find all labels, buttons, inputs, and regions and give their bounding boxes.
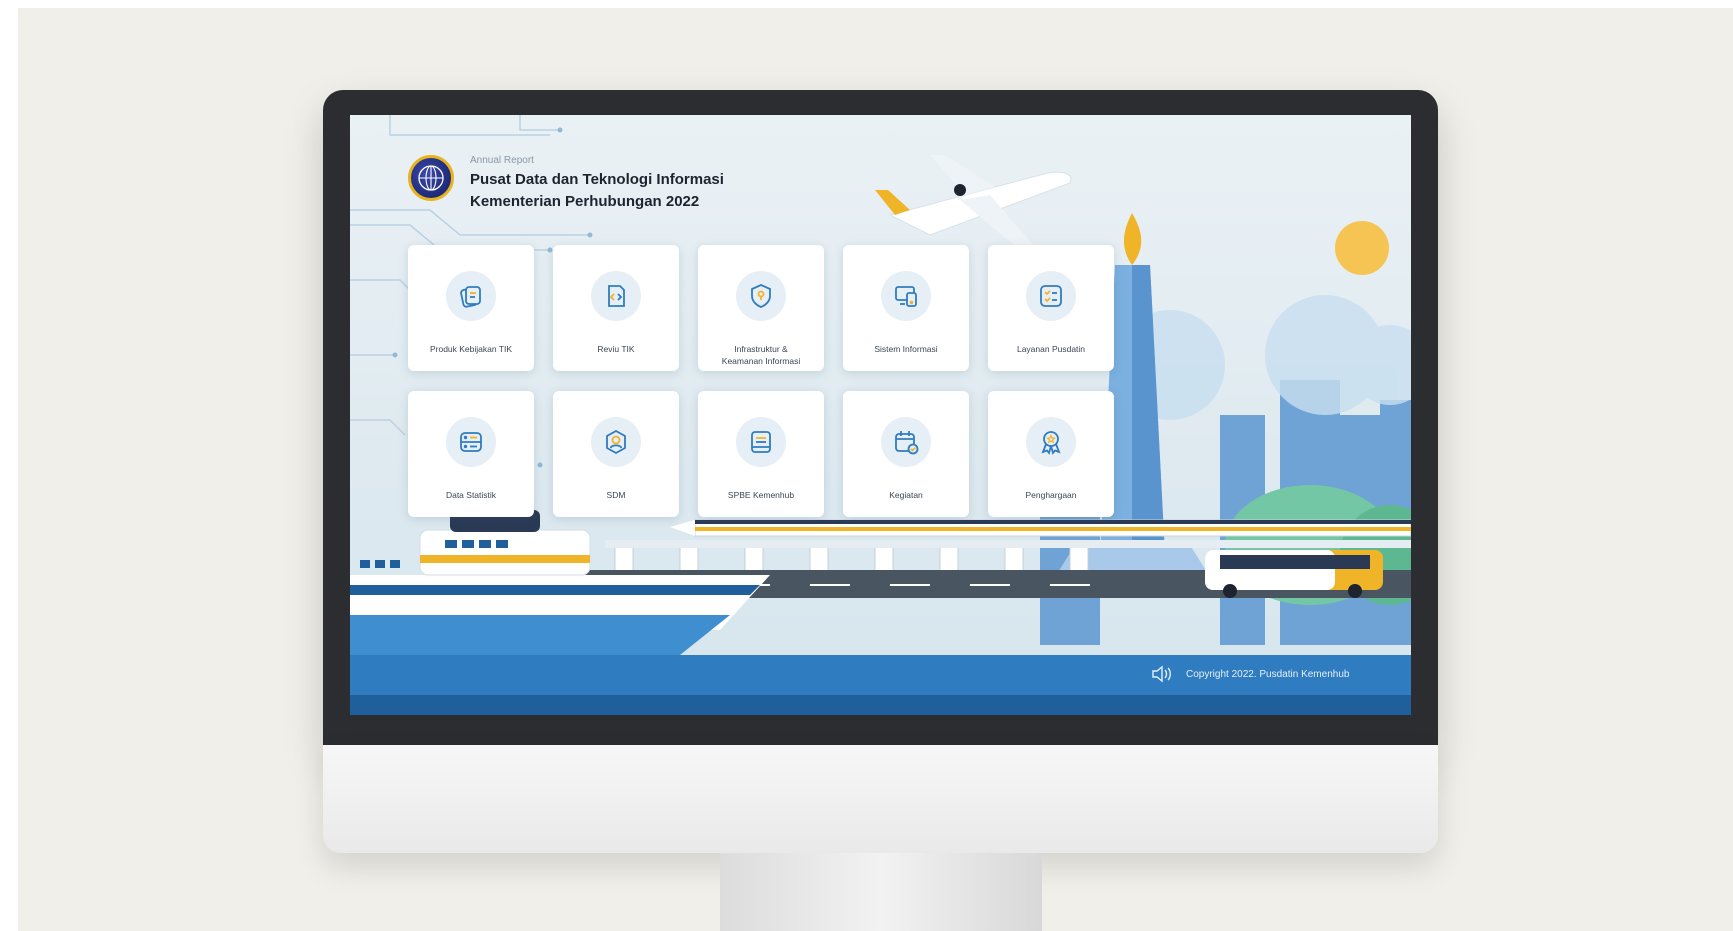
water <box>350 615 730 655</box>
card-label-line1: Infrastruktur & <box>734 344 788 354</box>
monitor-chin <box>323 745 1438 853</box>
menu-card-kegiatan[interactable]: Kegiatan <box>843 391 969 517</box>
shield-lock-icon <box>736 271 786 321</box>
menu-card-sdm[interactable]: SDM <box>553 391 679 517</box>
card-label: SPBE Kemenhub <box>727 490 795 500</box>
user-badge-icon <box>591 417 641 467</box>
card-label: Produk Kebijakan TIK <box>429 344 513 354</box>
card-label: Data Statistik <box>445 490 497 500</box>
award-icon <box>1026 417 1076 467</box>
app-screen: Annual Report Pusat Data dan Teknologi I… <box>350 115 1411 715</box>
card-label: Reviu TIK <box>597 344 635 354</box>
menu-card-reviu-tik[interactable]: Reviu TIK <box>553 245 679 371</box>
page-subtitle: Kementerian Perhubungan 2022 <box>470 193 700 210</box>
monument-flame <box>1123 213 1142 265</box>
card-label: SDM <box>606 490 626 500</box>
card-label: Kegiatan <box>889 490 923 500</box>
checklist-icon <box>1026 271 1076 321</box>
menu-card-spbe-kemenhub[interactable]: SPBE Kemenhub <box>698 391 824 517</box>
code-file-icon <box>591 271 641 321</box>
card-label-line2: Keamanan Informasi <box>721 356 801 366</box>
monitor-stand <box>720 853 1042 931</box>
card-label: Penghargaan <box>1025 490 1077 500</box>
menu-card-sistem-informasi[interactable]: Sistem Informasi <box>843 245 969 371</box>
menu-card-penghargaan[interactable]: Penghargaan <box>988 391 1114 517</box>
form-icon <box>736 417 786 467</box>
page-title: Pusat Data dan Teknologi Informasi <box>470 171 724 188</box>
card-label: Infrastruktur & Keamanan Informasi <box>702 343 820 367</box>
menu-card-produk-kebijakan-tik[interactable]: Produk Kebijakan TIK <box>408 245 534 371</box>
menu-card-data-statistik[interactable]: Data Statistik <box>408 391 534 517</box>
sun <box>1335 221 1389 275</box>
speaker-icon[interactable] <box>1150 664 1174 684</box>
document-stack-icon <box>446 271 496 321</box>
calendar-check-icon <box>881 417 931 467</box>
card-label: Sistem Informasi <box>874 344 938 354</box>
footer-strip <box>350 695 1411 715</box>
ministry-logo <box>408 155 454 201</box>
card-label: Layanan Pusdatin <box>1016 344 1086 354</box>
menu-card-infrastruktur-keamanan[interactable]: Infrastruktur & Keamanan Informasi <box>698 245 824 371</box>
report-label: Annual Report <box>470 155 534 166</box>
copyright-text: Copyright 2022. Pusdatin Kemenhub <box>1186 669 1350 680</box>
server-icon <box>446 417 496 467</box>
menu-card-layanan-pusdatin[interactable]: Layanan Pusdatin <box>988 245 1114 371</box>
train <box>670 519 1411 537</box>
devices-icon <box>881 271 931 321</box>
